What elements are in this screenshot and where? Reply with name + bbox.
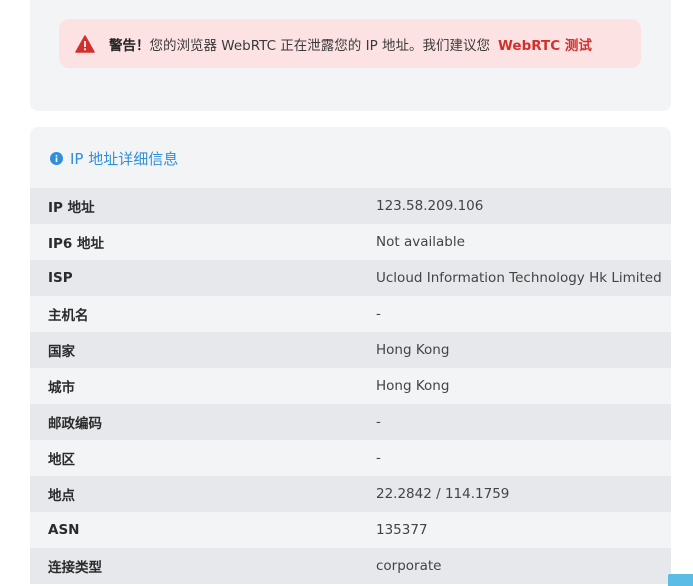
table-row: IP6 地址 Not available [30, 224, 671, 260]
row-label: 地区 [30, 440, 376, 476]
floating-corner-button[interactable] [668, 574, 693, 586]
table-row: 地点 22.2842 / 114.1759 [30, 476, 671, 512]
row-label: 连接类型 [30, 548, 376, 584]
row-label: IP6 地址 [30, 224, 376, 260]
table-row: 城市 Hong Kong [30, 368, 671, 404]
table-row: 地区 - [30, 440, 671, 476]
row-label: 主机名 [30, 296, 376, 332]
row-label: ISP [30, 260, 376, 296]
row-value: - [376, 440, 671, 476]
row-value: Hong Kong [376, 332, 671, 368]
card-title: IP 地址详细信息 [70, 150, 179, 168]
row-value: 135377 [376, 512, 671, 548]
row-label: 国家 [30, 332, 376, 368]
row-value: 123.58.209.106 [376, 188, 671, 224]
row-value: - [376, 296, 671, 332]
table-row: 国家 Hong Kong [30, 332, 671, 368]
row-value: Hong Kong [376, 368, 671, 404]
row-value: - [376, 404, 671, 440]
row-value: Not available [376, 224, 671, 260]
warning-triangle-icon [75, 34, 95, 53]
table-row: 连接类型 corporate [30, 548, 671, 584]
card-header: IP 地址详细信息 [50, 148, 178, 169]
row-label: 城市 [30, 368, 376, 404]
row-value: corporate [376, 548, 671, 584]
table-row: ISP Ucloud Information Technology Hk Lim… [30, 260, 671, 296]
table-row: 主机名 - [30, 296, 671, 332]
table-row: 邮政编码 - [30, 404, 671, 440]
table-row: ASN 135377 [30, 512, 671, 548]
info-circle-icon [50, 152, 63, 165]
alert-prefix: 警告！ [109, 37, 150, 54]
ip-details-table: IP 地址 123.58.209.106 IP6 地址 Not availabl… [30, 188, 671, 584]
webrtc-test-link[interactable]: WebRTC 测试 [498, 34, 592, 54]
alert-message: 警告！您的浏览器 WebRTC 正在泄露您的 IP 地址。我们建议您 [109, 34, 490, 54]
row-label: IP 地址 [30, 188, 376, 224]
table-row: IP 地址 123.58.209.106 [30, 188, 671, 224]
row-label: 邮政编码 [30, 404, 376, 440]
webrtc-warning-panel: 警告！您的浏览器 WebRTC 正在泄露您的 IP 地址。我们建议您 WebRT… [30, 0, 671, 111]
row-label: ASN [30, 512, 376, 548]
ip-details-card: IP 地址详细信息 IP 地址 123.58.209.106 IP6 地址 No… [30, 127, 671, 584]
row-value: 22.2842 / 114.1759 [376, 476, 671, 512]
row-label: 地点 [30, 476, 376, 512]
webrtc-leak-alert: 警告！您的浏览器 WebRTC 正在泄露您的 IP 地址。我们建议您 WebRT… [59, 19, 641, 68]
row-value: Ucloud Information Technology Hk Limited [376, 260, 671, 296]
alert-body: 您的浏览器 WebRTC 正在泄露您的 IP 地址。我们建议您 [149, 37, 491, 54]
